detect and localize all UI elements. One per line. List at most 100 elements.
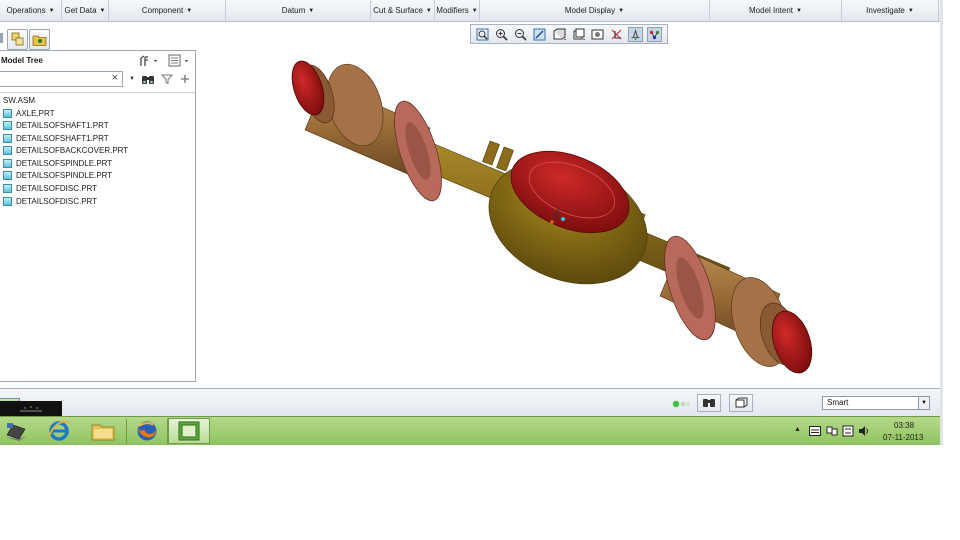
dropdown-arrow-icon: ▼ [471, 7, 478, 14]
tree-item-label: DETAILSOFSPINDLE.PRT [16, 158, 113, 168]
part-icon [3, 183, 12, 193]
navigator-collapse-handle[interactable] [0, 33, 3, 43]
window-border [940, 0, 943, 445]
tree-item[interactable]: DETAILSOFDISC.PRT [3, 195, 97, 207]
dropdown-arrow-icon: ▼ [796, 7, 802, 14]
tree-item-label: DETAILSOFSHAFT1.PRT [16, 120, 109, 130]
windows-taskbar: ▲ 03:38 07-11-2013 [0, 416, 943, 445]
keyboard-tray-icon[interactable] [809, 426, 821, 438]
ribbon-modifiers[interactable]: Modifiers ▼ [435, 0, 480, 21]
tree-search-input[interactable]: × [0, 71, 123, 87]
dropdown-arrow-icon: ▼ [425, 7, 432, 14]
annotation-display-icon[interactable] [628, 27, 643, 42]
show-hidden-icons-icon[interactable]: ▲ [794, 426, 801, 433]
tree-item[interactable]: DETAILSOFBACKCOVER.PRT [3, 144, 128, 156]
zoom-in-icon[interactable] [494, 27, 509, 42]
tree-item[interactable]: DETAILSOFDISC.PRT [3, 182, 97, 194]
part-icon [3, 196, 12, 206]
part-icon [3, 145, 12, 155]
spin-center-icon[interactable] [647, 27, 662, 42]
datum-display-icon[interactable] [609, 27, 624, 42]
list-view-icon [168, 54, 188, 67]
find-model-button[interactable] [697, 394, 721, 412]
repaint-icon[interactable] [532, 27, 547, 42]
speaker-icon[interactable] [858, 425, 870, 439]
creo-taskbar-item-active[interactable] [168, 418, 210, 444]
tooltip-window-preview-icon [20, 406, 42, 412]
zoom-out-icon[interactable] [513, 27, 528, 42]
part-icon [3, 170, 12, 180]
file-explorer-icon[interactable] [90, 420, 116, 444]
binoculars-icon [703, 399, 715, 407]
tree-item-label: DETAILSOFDISC.PRT [16, 183, 98, 193]
filter-funnel-icon [160, 74, 174, 85]
ribbon-label: Model Display [564, 6, 616, 15]
find-button[interactable] [141, 73, 155, 87]
dropdown-arrow-icon: ▼ [308, 7, 315, 14]
regeneration-status-icon [672, 400, 692, 410]
ribbon-investigate[interactable]: Investigate ▼ [842, 0, 939, 21]
tree-item[interactable]: DETAILSOFSPINDLE.PRT [3, 157, 112, 169]
zoom-fit-icon[interactable] [475, 27, 490, 42]
ribbon-model-intent[interactable]: Model Intent ▼ [710, 0, 842, 21]
creo-window: Operations ▼ Get Data ▼ Component ▼ Datum ▼ … [0, 0, 943, 445]
dropdown-arrow-icon: ▼ [48, 7, 55, 14]
start-button[interactable] [3, 420, 29, 444]
ribbon-model-display[interactable]: Model Display ▼ [480, 0, 710, 21]
tree-add-column-button[interactable] [180, 73, 190, 87]
part-icon [3, 133, 12, 143]
ribbon-label: Cut & Surface [373, 6, 423, 15]
settings-wrench-icon [140, 55, 157, 66]
ribbon-component[interactable]: Component ▼ [109, 0, 226, 21]
model-tree-tab-icon [11, 32, 24, 46]
view-manager-icon[interactable] [590, 27, 605, 42]
tree-item[interactable]: DETAILSOFSHAFT1.PRT [3, 132, 109, 144]
ribbon-get-data[interactable]: Get Data ▼ [62, 0, 109, 21]
ribbon-datum[interactable]: Datum ▼ [226, 0, 371, 21]
chevron-down-icon[interactable]: ▼ [918, 397, 929, 409]
model-tree-title: Model Tree [1, 56, 43, 65]
axle-3d-model[interactable] [260, 50, 860, 390]
tooltip-preview [0, 401, 62, 416]
tree-filter-button[interactable] [160, 73, 174, 87]
clear-search-icon[interactable]: × [112, 72, 118, 84]
tree-show-button[interactable] [168, 54, 192, 70]
sound-settings-tray-icon[interactable] [842, 425, 854, 439]
ribbon-label: Datum [281, 6, 306, 15]
selection-toggle-button[interactable] [729, 394, 753, 412]
start-laptop-icon [5, 423, 27, 441]
plus-icon [181, 75, 189, 83]
tree-divider [0, 92, 195, 93]
firefox-taskbar-item[interactable] [126, 419, 168, 444]
tree-item[interactable]: DETAILSOFSHAFT1.PRT [3, 119, 109, 131]
ribbon-cut-surface[interactable]: Cut & Surface ▼ [371, 0, 435, 21]
ribbon-operations[interactable]: Operations ▼ [0, 0, 62, 21]
saved-views-icon[interactable] [571, 27, 586, 42]
display-style-icon[interactable] [552, 27, 567, 42]
clock-time[interactable]: 03:38 [894, 421, 914, 430]
model-tree-tab[interactable] [7, 29, 28, 50]
search-dropdown-icon[interactable]: ▼ [129, 76, 135, 82]
network-tray-icon[interactable] [826, 425, 838, 439]
graphics-toolbar [470, 24, 668, 44]
dropdown-arrow-icon: ▼ [99, 7, 106, 14]
ribbon-label: Get Data [64, 6, 97, 15]
dropdown-arrow-icon: ▼ [186, 7, 193, 14]
ribbon-label: Investigate [866, 6, 905, 15]
clock-date[interactable]: 07-11-2013 [883, 433, 923, 442]
tree-item-label: DETAILSOFDISC.PRT [16, 196, 98, 206]
internet-explorer-icon[interactable] [46, 419, 72, 445]
tree-item[interactable]: DETAILSOFSPINDLE.PRT [3, 169, 112, 181]
tree-settings-button[interactable] [139, 54, 161, 70]
part-icon [3, 108, 12, 118]
part-icon [3, 120, 12, 130]
creo-app-icon [178, 421, 200, 441]
folder-browser-tab[interactable] [29, 29, 50, 50]
tree-root-assembly[interactable]: SW.ASM [3, 94, 35, 106]
binoculars-icon [142, 76, 154, 84]
selection-filter-select[interactable]: Smart ▼ [822, 396, 930, 410]
dropdown-arrow-icon: ▼ [618, 7, 625, 14]
tree-item-label: DETAILSOFBACKCOVER.PRT [16, 145, 129, 155]
tree-item[interactable]: AXLE.PRT [3, 107, 55, 119]
status-bar: Smart ▼ [0, 388, 943, 417]
